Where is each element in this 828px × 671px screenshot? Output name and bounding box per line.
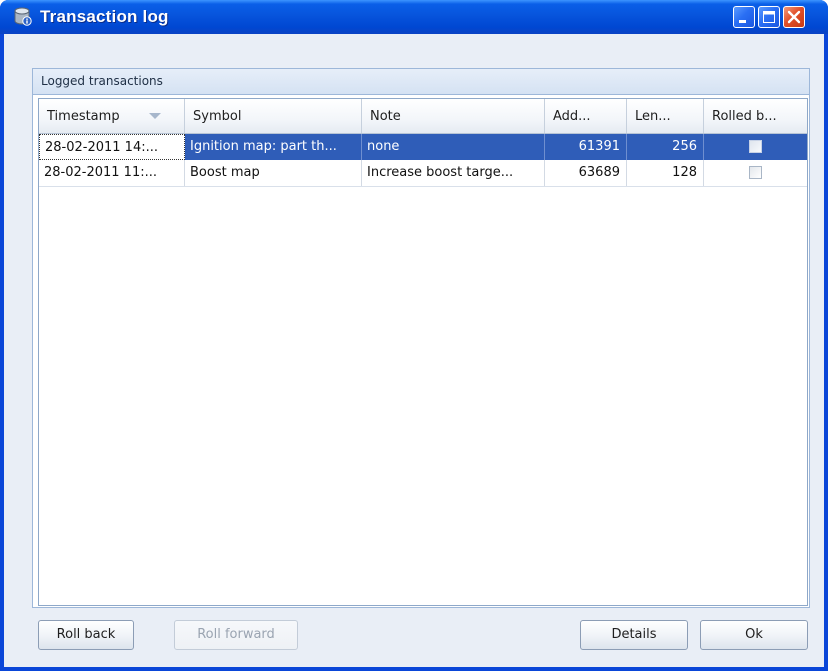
cell-note[interactable]: none	[362, 134, 545, 160]
cell-symbol[interactable]: Boost map	[185, 160, 362, 186]
close-icon	[787, 10, 801, 24]
minimize-icon	[739, 20, 746, 23]
column-header-label: Symbol	[193, 109, 242, 124]
column-header-timestamp[interactable]: Timestamp	[39, 99, 185, 133]
column-header-symbol[interactable]: Symbol	[185, 99, 362, 133]
column-header-label: Add...	[553, 109, 591, 124]
cell-timestamp[interactable]: 28-02-2011 14:...	[39, 134, 185, 160]
title-bar[interactable]: Transaction log	[0, 0, 828, 34]
maximize-icon	[763, 11, 775, 23]
roll-forward-button[interactable]: Roll forward	[174, 620, 298, 650]
close-button[interactable]	[783, 6, 805, 28]
grid-header: Timestamp Symbol Note Add... Len... Roll…	[39, 99, 807, 134]
maximize-button[interactable]	[758, 6, 780, 28]
roll-back-button[interactable]: Roll back	[38, 620, 134, 650]
window-title: Transaction log	[40, 7, 169, 26]
column-header-length[interactable]: Len...	[627, 99, 704, 133]
cell-note[interactable]: Increase boost targe...	[362, 160, 545, 186]
transaction-log-window: Transaction log Logged transactions Time…	[0, 0, 828, 671]
details-button[interactable]: Details	[580, 620, 688, 650]
transactions-grid[interactable]: Timestamp Symbol Note Add... Len... Roll…	[38, 98, 808, 606]
column-header-label: Len...	[635, 109, 671, 124]
group-header: Logged transactions	[33, 69, 809, 95]
database-icon	[14, 7, 32, 26]
column-header-label: Timestamp	[47, 109, 120, 124]
table-row[interactable]: 28-02-2011 11:... Boost map Increase boo…	[39, 160, 807, 187]
cell-rolled-back[interactable]	[704, 160, 807, 186]
table-row[interactable]: 28-02-2011 14:... Ignition map: part th.…	[39, 134, 807, 160]
cell-address[interactable]: 61391	[545, 134, 627, 160]
column-header-rolled-back[interactable]: Rolled b...	[704, 99, 807, 133]
cell-symbol[interactable]: Ignition map: part th...	[185, 134, 362, 160]
cell-address[interactable]: 63689	[545, 160, 627, 186]
column-header-address[interactable]: Add...	[545, 99, 627, 133]
ok-button[interactable]: Ok	[700, 620, 808, 650]
column-header-label: Note	[370, 109, 401, 124]
group-title: Logged transactions	[41, 74, 163, 88]
sort-descending-icon	[149, 113, 161, 119]
column-header-label: Rolled b...	[712, 109, 777, 124]
rolled-back-checkbox[interactable]	[749, 166, 762, 179]
rolled-back-checkbox[interactable]	[749, 140, 762, 153]
cell-length[interactable]: 128	[627, 160, 704, 186]
cell-rolled-back[interactable]	[704, 134, 807, 160]
column-header-note[interactable]: Note	[362, 99, 545, 133]
cell-timestamp[interactable]: 28-02-2011 11:...	[39, 160, 185, 186]
minimize-button[interactable]	[733, 6, 755, 28]
cell-length[interactable]: 256	[627, 134, 704, 160]
